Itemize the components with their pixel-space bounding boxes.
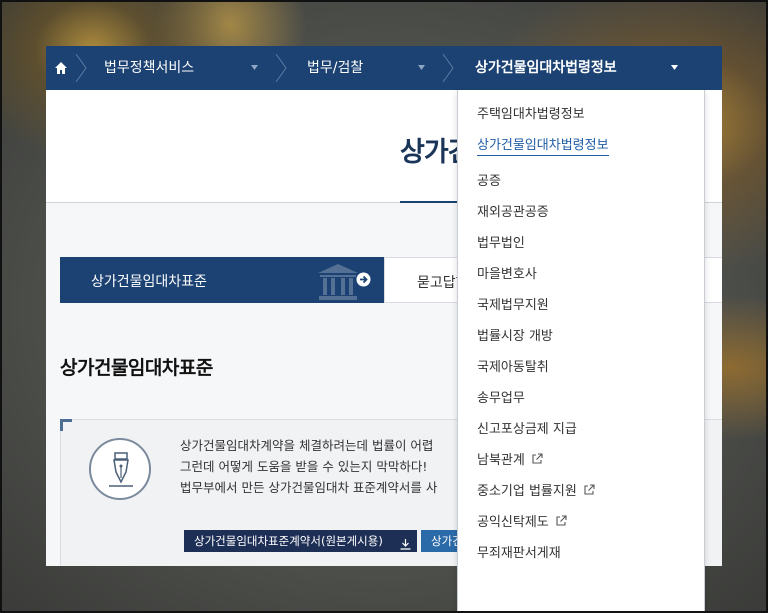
download-icon: [400, 535, 411, 557]
dropdown-menu-item[interactable]: 공익신탁제도: [477, 513, 567, 533]
menu-item-label: 마을변호사: [477, 267, 537, 282]
fountain-pen-icon: [89, 438, 151, 500]
home-icon[interactable]: [54, 60, 68, 74]
nav-item-commercial-lease-info[interactable]: 상가건물임대차법령정보: [475, 46, 617, 90]
info-line: 그런데 어떻게 도움을 받을 수 있는지 막막하다!: [180, 459, 428, 474]
dropdown-menu-item[interactable]: 국제아동탈취: [477, 358, 549, 378]
dropdown-menu-item[interactable]: 신고포상금제 지급: [477, 420, 577, 440]
menu-item-label: 국제법무지원: [477, 298, 549, 313]
breadcrumb-separator-icon: [274, 53, 288, 83]
chevron-down-icon[interactable]: [670, 63, 679, 72]
button-label: 상가건물임대차표준계약서(원본게시용): [194, 534, 383, 548]
menu-item-label: 공익신탁제도: [477, 515, 549, 530]
dropdown-menu-item[interactable]: 상가건물임대차법령정보: [477, 136, 609, 156]
menu-item-label: 주택임대차법령정보: [477, 107, 585, 122]
dropdown-menu-item[interactable]: 남북관계: [477, 451, 543, 471]
top-navigation-bar: 법무정책서비스 법무/검찰 상가건물임대차법령정보: [46, 46, 722, 90]
building-icon: [316, 263, 360, 305]
external-link-icon: [583, 484, 595, 496]
info-description: 상가건물임대차계약을 체결하려는데 법률이 어렵 그런데 어떻게 도움을 받을 …: [180, 435, 437, 498]
external-link-icon: [531, 453, 543, 465]
menu-item-label: 상가건물임대차법령정보: [477, 138, 609, 153]
menu-item-label: 공증: [477, 174, 501, 189]
nav-item-legal-policy-service[interactable]: 법무정책서비스: [104, 46, 194, 90]
dropdown-menu-item[interactable]: 재외공관공증: [477, 203, 549, 223]
chevron-down-icon[interactable]: [250, 63, 259, 72]
external-link-icon: [555, 515, 567, 527]
dropdown-menu-item[interactable]: 송무업무: [477, 389, 525, 409]
breadcrumb-separator-icon: [441, 53, 455, 83]
menu-item-label: 송무업무: [477, 391, 525, 406]
corner-decoration: [60, 419, 72, 431]
chevron-down-icon[interactable]: [417, 63, 426, 72]
menu-item-label: 법무법인: [477, 236, 525, 251]
download-original-button[interactable]: 상가건물임대차표준계약서(원본게시용): [184, 530, 417, 552]
menu-item-label: 국제아동탈취: [477, 360, 549, 375]
tab-commercial-lease-standard[interactable]: 상가건물임대차표준: [60, 257, 384, 303]
tab-label: 상가건물임대차표준: [91, 274, 207, 290]
dropdown-menu-item[interactable]: 법무법인: [477, 234, 525, 254]
dropdown-menu-item[interactable]: 공증: [477, 172, 501, 192]
dropdown-menu-item[interactable]: 무죄재판서게재: [477, 544, 561, 564]
menu-item-label: 무죄재판서게재: [477, 546, 561, 561]
menu-item-label: 재외공관공증: [477, 205, 549, 220]
menu-item-label: 신고포상금제 지급: [477, 422, 577, 437]
nav-item-law-prosecution[interactable]: 법무/검찰: [307, 46, 363, 90]
dropdown-menu-item[interactable]: 법률시장 개방: [477, 327, 553, 347]
info-line: 상가건물임대차계약을 체결하려는데 법률이 어렵: [180, 438, 434, 453]
menu-item-label: 중소기업 법률지원: [477, 484, 577, 499]
dropdown-menu-item[interactable]: 중소기업 법률지원: [477, 482, 595, 502]
nav-dropdown-menu: 주택임대차법령정보상가건물임대차법령정보공증재외공관공증법무법인마을변호사국제법…: [457, 90, 705, 613]
section-title: 상가건물임대차표준: [60, 357, 213, 379]
dropdown-menu-item[interactable]: 국제법무지원: [477, 296, 549, 316]
dropdown-menu-item[interactable]: 마을변호사: [477, 265, 537, 285]
breadcrumb-separator-icon: [74, 53, 88, 83]
menu-item-label: 법률시장 개방: [477, 329, 553, 344]
arrow-right-circle-icon: [356, 272, 371, 291]
dropdown-menu-item[interactable]: 주택임대차법령정보: [477, 105, 585, 125]
info-line: 법무부에서 만든 상가건물임대차 표준계약서를 사: [180, 480, 438, 495]
menu-item-label: 남북관계: [477, 453, 525, 468]
